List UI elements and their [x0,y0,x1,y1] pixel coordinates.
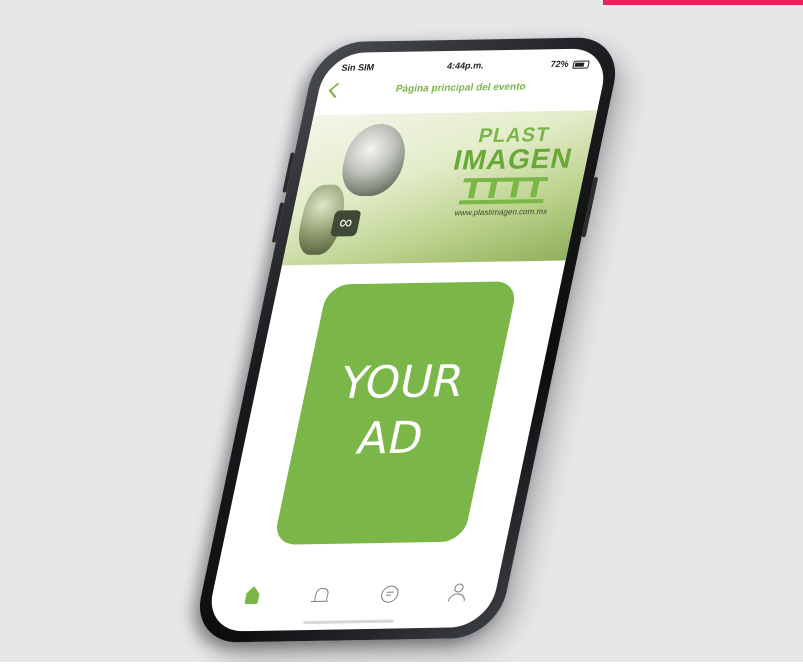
event-banner[interactable]: ∞ PLAST IMAGEN www.plastimagen.com.mx [281,110,598,266]
ad-text: YOUR AD [289,353,503,468]
top-accent-bar [603,0,803,5]
ad-line1: YOUR [335,355,469,410]
nav-bar: Página principal del evento [316,78,604,105]
robot-head-image [336,123,412,197]
status-bar: Sin SIM 4:44p.m. 72% [321,56,609,79]
page-title: Página principal del evento [394,81,527,95]
home-icon [244,592,260,605]
bottom-strip [0,662,803,670]
phone-mockup: Sin SIM 4:44p.m. 72% Página principal de… [191,36,624,644]
infinity-logo-icon: ∞ [329,210,362,237]
tab-home[interactable] [240,585,267,607]
tab-notifications[interactable] [308,584,335,606]
battery-icon [572,60,590,69]
banner-url: www.plastimagen.com.mx [453,206,549,218]
chat-icon [379,585,401,603]
ad-line2: AD [352,412,428,465]
ad-card[interactable]: YOUR AD [272,281,519,545]
volume-button [282,152,295,193]
user-icon [453,583,465,593]
plastimagen-logo-mark [458,176,549,205]
plastimagen-logo-line2: IMAGEN [450,142,576,176]
phone-screen: Sin SIM 4:44p.m. 72% Página principal de… [204,48,611,632]
tab-messages[interactable] [376,582,403,604]
volume-button [271,202,285,243]
power-button [581,177,599,238]
bottom-tab-bar [208,575,499,614]
bell-icon [313,587,330,601]
user-icon-body [447,593,467,602]
battery-status: 72% [549,58,591,70]
tab-profile[interactable] [444,581,471,603]
home-indicator [302,619,394,625]
battery-percent: 72% [549,58,570,70]
